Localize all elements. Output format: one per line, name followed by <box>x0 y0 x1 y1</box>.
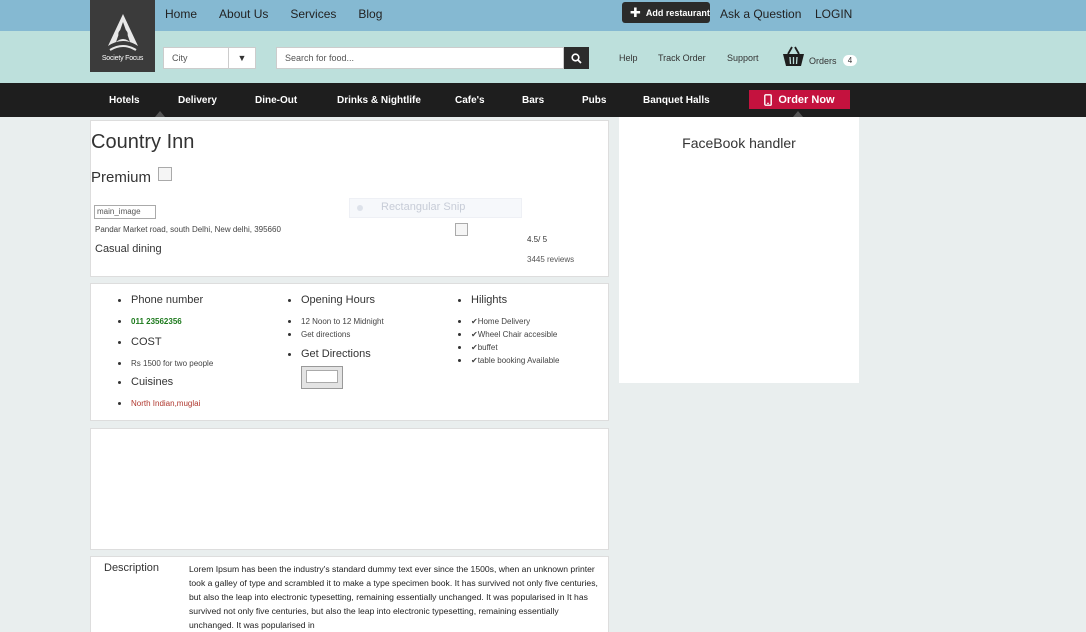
rating-value: 4.5/ 5 <box>527 235 548 244</box>
category-pubs[interactable]: Pubs <box>582 95 606 106</box>
track-order-link[interactable]: Track Order <box>658 53 706 63</box>
restaurant-tier: Premium <box>91 169 152 186</box>
chevron-down-icon[interactable]: ▼ <box>228 48 255 68</box>
logo-text: Society Focus <box>101 55 144 62</box>
cuisines-value: North Indian,muglai <box>131 399 201 408</box>
cuisines-label: Cuisines <box>131 376 174 388</box>
basket-icon[interactable] <box>782 46 805 67</box>
category-banquet-halls[interactable]: Banquet Halls <box>643 95 710 106</box>
highlights-label: Hilights <box>471 294 508 306</box>
hours-label: Opening Hours <box>301 294 375 306</box>
order-now-button[interactable]: Order Now <box>749 90 850 109</box>
nav-about[interactable]: About Us <box>219 7 268 21</box>
nav-home[interactable]: Home <box>165 7 197 21</box>
city-select-value: City <box>172 53 188 63</box>
phone-value[interactable]: 011 23562356 <box>131 317 182 326</box>
bullet <box>118 341 121 344</box>
add-restaurant-label: Add restaurant <box>645 7 710 18</box>
top-nav: Home About Us Services Blog <box>165 7 404 21</box>
city-select[interactable]: City ▼ <box>163 47 256 69</box>
bullet <box>118 381 121 384</box>
search-button[interactable] <box>564 47 589 69</box>
snip-dot-icon <box>357 205 363 211</box>
order-now-label: Order Now <box>778 93 835 106</box>
reviews-count[interactable]: 3445 reviews <box>527 255 574 264</box>
rating-image <box>455 223 468 236</box>
orders-link[interactable]: Orders <box>809 56 837 66</box>
bullet <box>458 299 461 302</box>
search-input[interactable]: Search for food... <box>276 47 564 69</box>
top-bar <box>0 0 1086 31</box>
bullet <box>458 333 461 336</box>
bullet <box>288 299 291 302</box>
phone-label: Phone number <box>131 294 204 306</box>
support-link[interactable]: Support <box>727 53 759 63</box>
check-icon: ✔ <box>471 317 478 326</box>
check-icon: ✔ <box>471 356 478 365</box>
hours-value: 12 Noon to 12 Midnight <box>301 317 384 326</box>
bullet <box>288 320 291 323</box>
nav-services[interactable]: Services <box>290 7 336 21</box>
logo-mark-icon <box>108 14 138 51</box>
description-text: Lorem Ipsum has been the industry's stan… <box>189 564 598 630</box>
bullet <box>118 402 121 405</box>
directions-map-button[interactable] <box>301 366 343 389</box>
search-icon <box>571 52 582 64</box>
empty-content-panel <box>90 428 609 550</box>
restaurant-type: Casual dining <box>95 243 162 255</box>
bullet <box>458 320 461 323</box>
bullet <box>288 353 291 356</box>
bullet <box>288 333 291 336</box>
nav-blog[interactable]: Blog <box>358 7 382 21</box>
ask-question-link[interactable]: Ask a Question <box>720 7 801 21</box>
restaurant-name: Country Inn <box>91 131 195 153</box>
category-cafes[interactable]: Cafe's <box>455 95 485 106</box>
bullet <box>118 320 121 323</box>
plus-icon: ✚ <box>630 5 641 20</box>
bullet <box>458 346 461 349</box>
category-hotels[interactable]: Hotels <box>109 95 140 106</box>
category-drinks-nightlife[interactable]: Drinks & Nightlife <box>337 95 421 106</box>
login-link[interactable]: LOGIN <box>815 7 852 21</box>
phone-icon <box>764 93 773 106</box>
bullet <box>118 299 121 302</box>
highlight-item: ✔Home Delivery <box>471 317 531 326</box>
cost-label: COST <box>131 336 162 348</box>
category-bars[interactable]: Bars <box>522 95 544 106</box>
category-delivery[interactable]: Delivery <box>178 95 217 106</box>
facebook-panel <box>619 117 859 383</box>
check-icon: ✔ <box>471 343 478 352</box>
add-restaurant-button[interactable]: ✚ Add restaurant <box>622 2 710 23</box>
get-directions-link[interactable]: Get directions <box>301 330 350 339</box>
search-placeholder: Search for food... <box>285 53 355 63</box>
logo[interactable]: Society Focus <box>90 0 155 72</box>
check-icon: ✔ <box>471 330 478 339</box>
cost-value: Rs 1500 for two people <box>131 359 214 368</box>
premium-badge-image <box>158 167 172 181</box>
help-link[interactable]: Help <box>619 53 638 63</box>
highlight-item: ✔table booking Available <box>471 356 560 365</box>
highlight-item: ✔Wheel Chair accesible <box>471 330 558 339</box>
bullet <box>118 362 121 365</box>
category-dine-out[interactable]: Dine-Out <box>255 95 297 106</box>
facebook-title: FaceBook handler <box>682 135 796 151</box>
highlight-item: ✔buffet <box>471 343 498 352</box>
main-image: main_image <box>94 205 156 219</box>
map-image <box>306 370 338 383</box>
rectangular-snip-overlay: Rectangular Snip <box>349 198 522 218</box>
orders-count-badge: 4 <box>843 55 857 66</box>
restaurant-address: Pandar Market road, south Delhi, New del… <box>95 225 281 234</box>
directions-label: Get Directions <box>301 348 371 360</box>
nav-pointer-left <box>155 111 165 117</box>
description-label: Description <box>104 562 160 574</box>
bullet <box>458 359 461 362</box>
